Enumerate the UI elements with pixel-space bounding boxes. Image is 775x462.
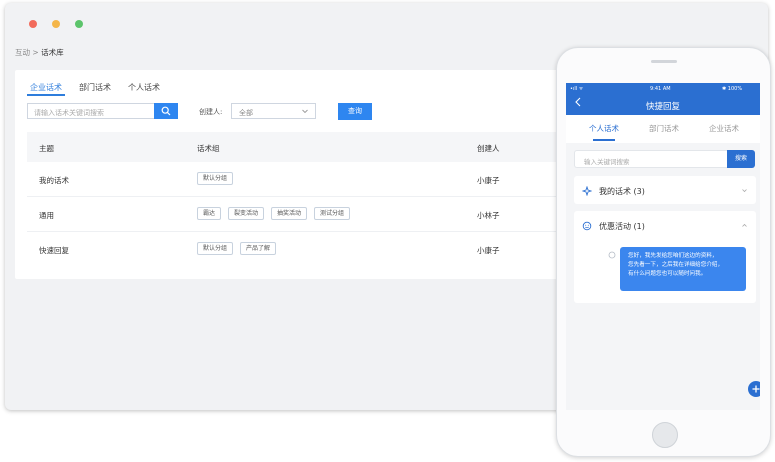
chevron-down-icon <box>742 189 747 193</box>
page-title: 快捷回复 <box>645 102 680 112</box>
creator-select-value: 全部 <box>239 109 253 117</box>
message-radio-icon[interactable] <box>608 251 616 259</box>
tab-department-scripts[interactable]: 部门话术 <box>79 82 111 93</box>
table-row[interactable]: 通用 霸达 裂变活动 抽奖活动 测试分组 小林子 <box>27 197 615 232</box>
row-topic: 通用 <box>39 211 54 220</box>
status-time: 9:41 AM <box>650 86 671 92</box>
script-group-promotions[interactable]: 优惠活动 (1) 您好，我先发给您咱们这边的资料， 您先看一下，之后我在详细给您… <box>574 211 756 303</box>
tab-personal-scripts[interactable]: 个人话术 <box>128 82 160 93</box>
row-group-tags: 默认分组 产品了解 <box>197 242 277 255</box>
column-header-creator: 创建人 <box>477 144 500 153</box>
row-group-tags: 默认分组 <box>197 172 234 185</box>
breadcrumb-separator: > <box>32 48 39 57</box>
sparkle-icon <box>582 186 592 196</box>
column-header-group: 话术组 <box>197 144 220 153</box>
table-row[interactable]: 快速回复 默认分组 产品了解 小康子 <box>27 232 615 267</box>
active-tab-indicator <box>27 94 65 96</box>
group-tag[interactable]: 测试分组 <box>314 207 351 220</box>
group-tag[interactable]: 默认分组 <box>197 172 234 185</box>
column-header-topic: 主题 <box>39 144 54 153</box>
group-title: 优惠活动 (1) <box>599 222 645 231</box>
creator-filter-label: 创建人: <box>199 108 223 116</box>
window-maximize-button[interactable] <box>75 20 83 28</box>
window-minimize-button[interactable] <box>52 20 60 28</box>
script-search-input[interactable]: 请输入话术关键词搜索 <box>27 103 155 119</box>
breadcrumb: 互动 > 话术库 <box>15 47 64 58</box>
group-tag[interactable]: 产品了解 <box>240 242 277 255</box>
group-tag[interactable]: 霸达 <box>197 207 222 220</box>
row-creator: 小康子 <box>477 246 500 255</box>
signal-wifi-icon: •ıll ᯤ <box>570 86 584 92</box>
stage: 互动 > 话术库 企业话术 部门话术 个人话术 请输入话术关键词搜索 创建人: … <box>0 0 775 462</box>
active-tab-indicator <box>593 139 615 141</box>
plus-icon <box>752 385 760 393</box>
row-topic: 快速回复 <box>39 246 69 255</box>
row-creator: 小康子 <box>477 176 500 185</box>
table-row[interactable]: 我的话术 默认分组 小康子 <box>27 162 615 197</box>
tab-enterprise-scripts[interactable]: 企业话术 <box>30 82 62 93</box>
group-title: 我的话术 (3) <box>599 187 645 196</box>
keyword-search-input[interactable]: 输入关键词搜索 <box>574 150 728 168</box>
battery-icon: ✱ 100% <box>722 86 743 92</box>
window-close-button[interactable] <box>29 20 37 28</box>
phone-speaker <box>651 60 677 63</box>
phone-mockup: •ıll ᯤ 9:41 AM ✱ 100% 快捷回复 个人话术 部门话术 企业话… <box>556 47 771 457</box>
phone-screen: •ıll ᯤ 9:41 AM ✱ 100% 快捷回复 个人话术 部门话术 企业话… <box>566 83 760 410</box>
row-group-tags: 霸达 裂变活动 抽奖活动 测试分组 <box>197 207 351 220</box>
smiley-icon <box>582 221 592 231</box>
group-tag[interactable]: 抽奖活动 <box>271 207 308 220</box>
tab-enterprise-scripts[interactable]: 企业话术 <box>709 123 739 134</box>
script-group-my-scripts[interactable]: 我的话术 (3) <box>574 176 756 204</box>
phone-tabs: 个人话术 部门话术 企业话术 <box>566 115 760 143</box>
row-creator: 小林子 <box>477 211 500 220</box>
add-button[interactable] <box>748 381 760 397</box>
search-button[interactable] <box>154 103 178 119</box>
group-tag[interactable]: 默认分组 <box>197 242 234 255</box>
tab-personal-scripts[interactable]: 个人话术 <box>589 123 619 134</box>
search-button[interactable]: 搜索 <box>727 150 755 168</box>
breadcrumb-parent[interactable]: 互动 <box>15 48 30 57</box>
group-tag[interactable]: 裂变活动 <box>228 207 265 220</box>
creator-select[interactable]: 全部 <box>231 103 316 119</box>
script-message-bubble[interactable]: 您好，我先发给您咱们这边的资料， 您先看一下，之后我在详细给您介绍， 有什么问题… <box>620 247 746 291</box>
content-card: 企业话术 部门话术 个人话术 请输入话术关键词搜索 创建人: 全部 查询 主题 … <box>15 70 615 279</box>
chevron-up-icon <box>742 223 747 227</box>
app-header: •ıll ᯤ 9:41 AM ✱ 100% 快捷回复 <box>566 83 760 115</box>
chevron-down-icon <box>302 109 308 114</box>
home-button[interactable] <box>652 422 678 448</box>
breadcrumb-current: 话术库 <box>41 48 64 57</box>
row-topic: 我的话术 <box>39 176 69 185</box>
query-button[interactable]: 查询 <box>338 103 372 120</box>
tab-department-scripts[interactable]: 部门话术 <box>649 123 679 134</box>
table-header: 主题 话术组 创建人 <box>27 132 615 162</box>
search-icon <box>161 106 171 116</box>
